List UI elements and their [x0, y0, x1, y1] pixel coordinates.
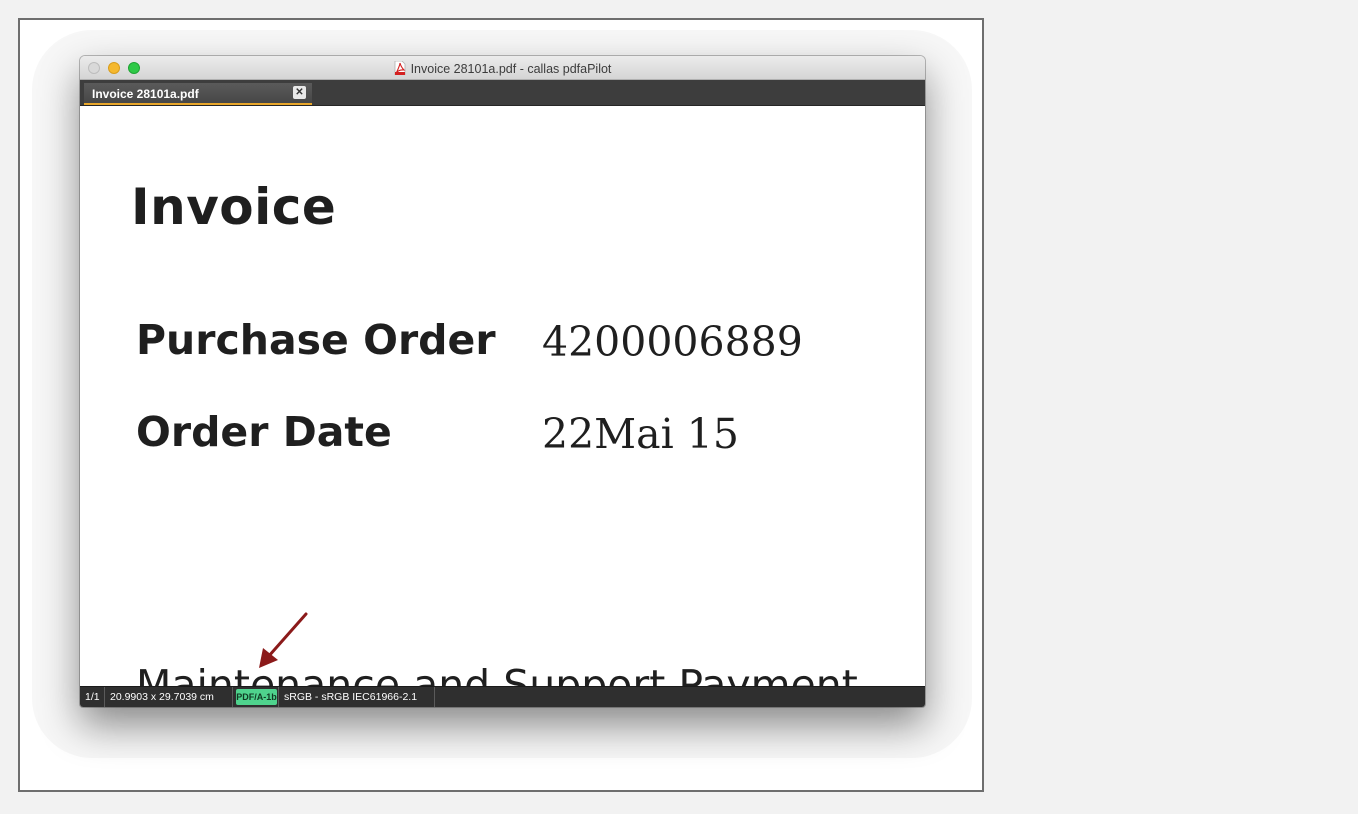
annotation-arrow-icon [259, 612, 308, 668]
